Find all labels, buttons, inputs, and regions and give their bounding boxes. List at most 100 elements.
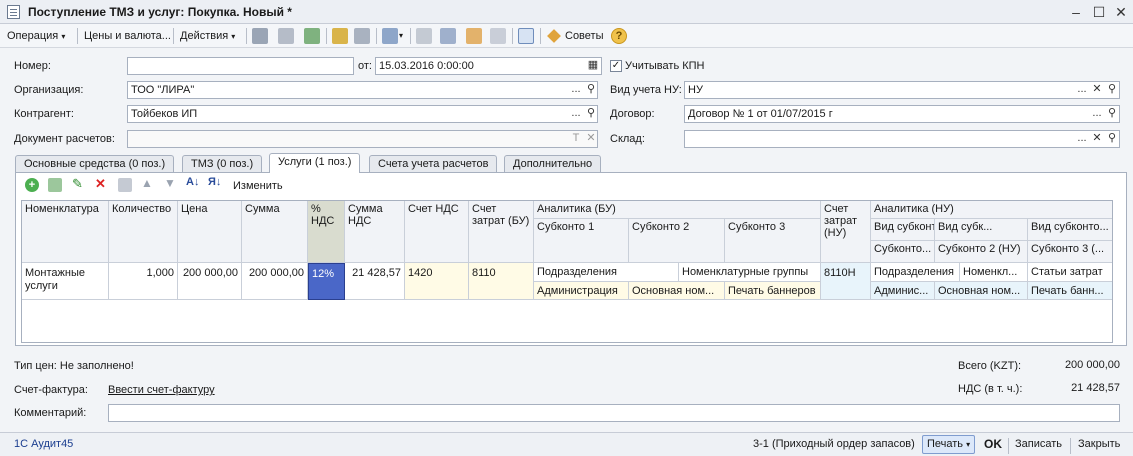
delete-row-icon[interactable]: ✕ — [95, 176, 106, 192]
close-window-button[interactable]: ✕ — [1110, 3, 1132, 21]
cell-bu-kind-1[interactable]: Подразделения — [534, 263, 679, 282]
search-icon[interactable]: ⚲ — [1104, 82, 1120, 98]
col-header-subconto-3[interactable]: Субконто 3 — [725, 219, 821, 263]
col-header-sum[interactable]: Сумма — [242, 201, 308, 263]
refresh-icon[interactable] — [304, 28, 320, 44]
cell-nu-subconto-1[interactable]: Админис... — [871, 282, 935, 300]
col-header-nu-kind-2[interactable]: Вид субк... — [935, 219, 1028, 241]
operation-menu[interactable]: Операция ▾ — [4, 27, 68, 45]
comment-field[interactable] — [108, 404, 1120, 422]
col-header-quantity[interactable]: Количество — [109, 201, 178, 263]
ok-button[interactable]: OK — [984, 437, 1002, 451]
unpost-icon[interactable] — [278, 28, 294, 44]
nu-type-field[interactable]: НУ — [684, 81, 1120, 99]
cell-bu-subconto-3[interactable]: Печать баннеров — [725, 282, 821, 300]
cell-nu-kind-2[interactable]: Номенкл... — [960, 263, 1028, 282]
copy-row-icon[interactable] — [48, 178, 62, 192]
tab-additional[interactable]: Дополнительно — [504, 155, 602, 173]
tips-button[interactable]: Советы — [562, 27, 606, 45]
col-header-subconto-1[interactable]: Субконто 1 — [534, 219, 629, 263]
print-button[interactable]: Печать ▾ — [922, 435, 975, 454]
cell-price[interactable]: 200 000,00 — [178, 263, 242, 300]
cell-quantity[interactable]: 1,000 — [109, 263, 178, 300]
select-button[interactable]: ... — [1089, 106, 1105, 122]
dt-kt-icon[interactable] — [466, 28, 482, 44]
cell-nu-subconto-2[interactable]: Основная ном... — [935, 282, 1028, 300]
cell-bu-kind-2[interactable]: Номенклатурные группы — [679, 263, 821, 282]
col-header-nu-subconto-1[interactable]: Субконто... — [871, 241, 935, 263]
cell-sum[interactable]: 200 000,00 — [242, 263, 308, 300]
col-header-analytics-bu[interactable]: Аналитика (БУ) — [534, 201, 821, 219]
report-icon[interactable] — [490, 28, 506, 44]
move-up-icon[interactable]: ▲ — [141, 176, 153, 190]
type-icon[interactable]: T — [568, 131, 584, 147]
cell-nu-kind-3[interactable]: Статьи затрат — [1028, 263, 1112, 282]
clear-icon[interactable]: ✕ — [1089, 82, 1105, 98]
col-header-subconto-2[interactable]: Субконто 2 — [629, 219, 725, 263]
post-icon[interactable] — [252, 28, 268, 44]
search-icon[interactable]: ⚲ — [1104, 131, 1120, 147]
add-row-icon[interactable]: + — [25, 178, 39, 192]
close-button[interactable]: Закрыть — [1078, 438, 1120, 450]
search-icon[interactable]: ⚲ — [583, 106, 599, 122]
col-header-nu-kind-1[interactable]: Вид субконто ... — [871, 219, 935, 241]
actions-menu[interactable]: Действия ▾ — [177, 27, 238, 45]
cell-vat-account[interactable]: 1420 — [405, 263, 469, 300]
cell-nomenclature[interactable]: Монтажные услуги — [22, 263, 109, 300]
tab-settlement-accounts[interactable]: Счета учета расчетов — [369, 155, 498, 173]
cell-vat-pct[interactable]: 12% — [308, 263, 345, 300]
dropdown-arrow-icon[interactable]: ▾ — [399, 31, 403, 40]
contractor-field[interactable]: Тойбеков ИП — [127, 105, 598, 123]
col-header-cost-account-bu[interactable]: Счет затрат (БУ) — [469, 201, 534, 263]
based-on-icon[interactable] — [354, 28, 370, 44]
number-field[interactable] — [127, 57, 354, 75]
save-button[interactable]: Записать — [1015, 438, 1062, 450]
col-header-cost-account-nu[interactable]: Счет затрат (НУ) — [821, 201, 871, 263]
col-header-nu-subconto-2[interactable]: Субконто 2 (НУ) — [935, 241, 1028, 263]
select-button[interactable]: ... — [1074, 131, 1090, 147]
cell-cost-account-nu[interactable]: 8110Н — [821, 263, 871, 300]
sort-asc-icon[interactable]: А↓ — [186, 176, 199, 188]
col-header-analytics-nu[interactable]: Аналитика (НУ) — [871, 201, 1112, 219]
tab-inventory[interactable]: ТМЗ (0 поз.) — [182, 155, 263, 173]
move-down-icon[interactable]: ▼ — [164, 176, 176, 190]
col-header-nu-kind-3[interactable]: Вид субконто... — [1028, 219, 1112, 241]
maximize-button[interactable]: ☐ — [1088, 3, 1110, 21]
list-icon[interactable] — [440, 28, 456, 44]
edit-row-icon[interactable]: ✎ — [72, 176, 83, 192]
go-to-icon[interactable] — [382, 28, 398, 44]
text-format-icon[interactable] — [518, 28, 534, 44]
cell-bu-subconto-1[interactable]: Администрация — [534, 282, 629, 300]
col-header-nomenclature[interactable]: Номенклатура — [22, 201, 109, 263]
cell-vat-sum[interactable]: 21 428,57 — [345, 263, 405, 300]
col-header-vat-pct[interactable]: % НДС — [308, 201, 345, 263]
settlement-doc-field[interactable] — [127, 130, 598, 148]
warehouse-field[interactable] — [684, 130, 1120, 148]
contract-field[interactable]: Договор № 1 от 01/07/2015 г — [684, 105, 1120, 123]
help-icon[interactable]: ? — [611, 28, 627, 44]
organization-field[interactable]: ТОО "ЛИРА" — [127, 81, 598, 99]
cell-nu-subconto-3[interactable]: Печать банн... — [1028, 282, 1112, 300]
structure-icon[interactable] — [416, 28, 432, 44]
tab-fixed-assets[interactable]: Основные средства (0 поз.) — [15, 155, 175, 173]
cell-bu-subconto-2[interactable]: Основная ном... — [629, 282, 725, 300]
col-header-vat-sum[interactable]: Сумма НДС — [345, 201, 405, 263]
col-header-nu-subconto-3[interactable]: Субконто 3 (... — [1028, 241, 1112, 263]
date-field[interactable]: 15.03.2016 0:00:00 — [375, 57, 602, 75]
cell-cost-account-bu[interactable]: 8110 — [469, 263, 534, 300]
end-edit-icon[interactable] — [118, 178, 132, 192]
select-button[interactable]: ... — [1074, 82, 1090, 98]
col-header-vat-account[interactable]: Счет НДС — [405, 201, 469, 263]
sort-desc-icon[interactable]: Я↓ — [208, 176, 221, 188]
cell-nu-kind-1[interactable]: Подразделения — [871, 263, 960, 282]
change-button[interactable]: Изменить — [233, 180, 283, 192]
col-header-price[interactable]: Цена — [178, 201, 242, 263]
copy-doc-icon[interactable] — [332, 28, 348, 44]
enter-invoice-link[interactable]: Ввести счет-фактуру — [108, 384, 215, 396]
minimize-button[interactable]: ‒ — [1065, 3, 1087, 21]
search-icon[interactable]: ⚲ — [583, 82, 599, 98]
prices-currency-button[interactable]: Цены и валюта... — [81, 27, 174, 45]
clear-icon[interactable]: ✕ — [583, 131, 599, 147]
select-button[interactable]: ... — [568, 82, 584, 98]
calendar-icon[interactable]: ▦ — [585, 58, 601, 74]
